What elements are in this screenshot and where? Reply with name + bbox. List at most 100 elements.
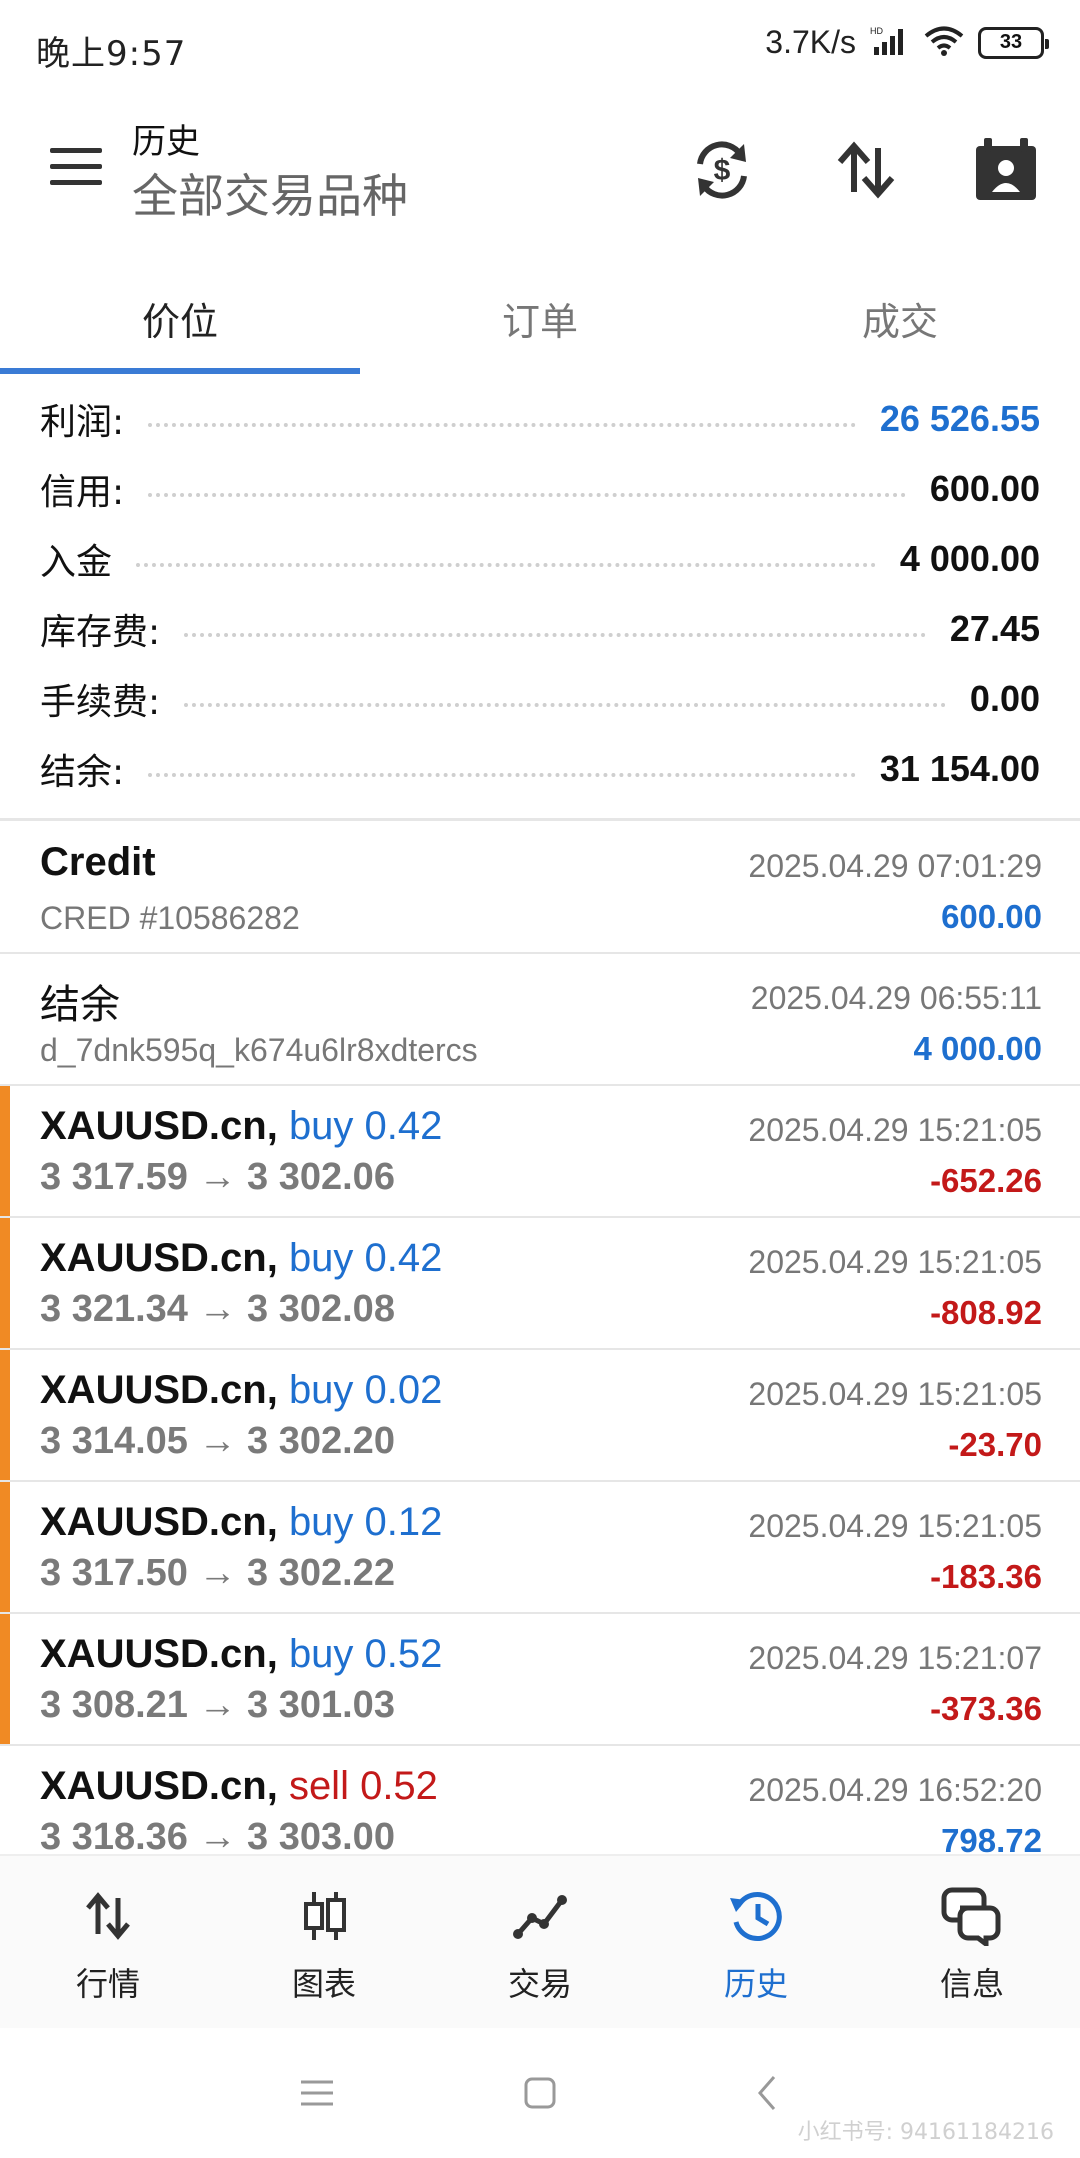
list-item-trade[interactable]: XAUUSD.cn, buy 0.42 3 321.34 → 3 302.08 … bbox=[0, 1218, 1080, 1350]
status-indicators: 3.7K/s HD 33 bbox=[765, 24, 1049, 61]
summary-label: 利润: bbox=[40, 402, 125, 443]
summary-row-profit: 利润: 26 526.55 bbox=[0, 384, 1080, 454]
summary-label: 信用: bbox=[40, 472, 125, 513]
summary-row-commission: 手续费: 0.00 bbox=[0, 664, 1080, 734]
app-bar: 历史 全部交易品种 $ bbox=[0, 96, 1080, 246]
summary-panel: 利润: 26 526.55 信用: 600.00 入金 4 000.00 库存费… bbox=[0, 384, 1080, 804]
bottom-nav: 行情 图表 交易 历史 信息 bbox=[0, 1854, 1080, 2028]
home-icon[interactable] bbox=[513, 2066, 567, 2120]
nav-history[interactable]: 历史 bbox=[648, 1856, 864, 2030]
symbol-text: XAUUSD.cn, bbox=[40, 1236, 278, 1280]
summary-value: 27.45 bbox=[949, 608, 1040, 649]
currency-exchange-icon[interactable]: $ bbox=[686, 134, 758, 206]
symbol-text: XAUUSD.cn, bbox=[40, 1764, 278, 1808]
record-profit: -23.70 bbox=[948, 1426, 1042, 1463]
signal-icon: HD bbox=[870, 25, 910, 61]
symbol-text: XAUUSD.cn, bbox=[40, 1104, 278, 1148]
system-nav-bar: 小红书号: 94161184216 bbox=[0, 2028, 1080, 2158]
status-bar: 晚上9:57 3.7K/s HD 33 bbox=[0, 0, 1080, 96]
summary-row-credit: 信用: 600.00 bbox=[0, 454, 1080, 524]
recents-icon[interactable] bbox=[290, 2066, 344, 2120]
record-time: 2025.04.29 07:01:29 bbox=[748, 848, 1042, 884]
nav-messages[interactable]: 信息 bbox=[864, 1856, 1080, 2030]
dotted-leader bbox=[148, 493, 906, 497]
summary-value: 4 000.00 bbox=[899, 538, 1040, 579]
sort-icon[interactable] bbox=[830, 134, 902, 206]
battery-icon: 33 bbox=[978, 26, 1049, 59]
menu-icon[interactable] bbox=[50, 148, 102, 188]
record-amount: 600.00 bbox=[941, 898, 1042, 935]
summary-label: 库存费: bbox=[40, 612, 161, 653]
trade-type: buy 0.12 bbox=[288, 1500, 443, 1544]
calendar-icon[interactable] bbox=[970, 134, 1042, 206]
nav-label: 信息 bbox=[939, 1965, 1004, 2003]
summary-label: 入金 bbox=[40, 542, 113, 583]
record-symbol: XAUUSD.cn, buy 0.12 bbox=[40, 1500, 442, 1545]
summary-label: 手续费: bbox=[40, 682, 161, 723]
symbol-text: XAUUSD.cn, bbox=[40, 1632, 278, 1676]
watermark: 小红书号: 94161184216 bbox=[797, 2120, 1054, 2145]
network-speed: 3.7K/s bbox=[765, 24, 856, 60]
trade-type: sell 0.52 bbox=[288, 1764, 438, 1808]
summary-value: 31 154.00 bbox=[879, 748, 1040, 789]
dotted-leader bbox=[136, 563, 876, 567]
record-time: 2025.04.29 15:21:07 bbox=[748, 1640, 1042, 1676]
record-symbol: XAUUSD.cn, buy 0.02 bbox=[40, 1368, 442, 1413]
nav-trade[interactable]: 交易 bbox=[432, 1856, 648, 2030]
tab-bar: 价位 订单 成交 bbox=[0, 262, 1080, 374]
record-time: 2025.04.29 06:55:11 bbox=[750, 980, 1042, 1016]
record-price: 3 314.05 → 3 302.20 bbox=[40, 1420, 395, 1462]
status-time: 晚上9:57 bbox=[36, 34, 187, 74]
page-title: 历史 bbox=[132, 122, 200, 162]
tab-deals[interactable]: 成交 bbox=[720, 262, 1080, 374]
nav-charts[interactable]: 图表 bbox=[216, 1856, 432, 2030]
record-time: 2025.04.29 15:21:05 bbox=[748, 1376, 1042, 1412]
dotted-leader bbox=[148, 423, 856, 427]
summary-value: 600.00 bbox=[929, 468, 1040, 509]
trade-type: buy 0.42 bbox=[288, 1236, 443, 1280]
record-price: 3 317.50 → 3 302.22 bbox=[40, 1552, 395, 1594]
candlestick-icon bbox=[289, 1881, 359, 1951]
dotted-leader bbox=[148, 773, 856, 777]
back-icon[interactable] bbox=[740, 2066, 794, 2120]
record-time: 2025.04.29 15:21:05 bbox=[748, 1112, 1042, 1148]
tab-prices[interactable]: 价位 bbox=[0, 262, 360, 374]
summary-row-balance: 结余: 31 154.00 bbox=[0, 734, 1080, 804]
list-item-credit[interactable]: Credit CRED #10586282 2025.04.29 07:01:2… bbox=[0, 822, 1080, 954]
record-title: 结余 bbox=[40, 982, 120, 1028]
record-comment: CRED #10586282 bbox=[40, 900, 300, 936]
record-time: 2025.04.29 15:21:05 bbox=[748, 1244, 1042, 1280]
trade-type: buy 0.02 bbox=[288, 1368, 443, 1412]
chat-icon bbox=[937, 1881, 1007, 1951]
record-comment: d_7dnk595q_k674u6lr8xdtercs bbox=[40, 1032, 478, 1068]
summary-value: 0.00 bbox=[969, 678, 1040, 719]
dotted-leader bbox=[184, 633, 926, 637]
summary-value: 26 526.55 bbox=[879, 398, 1040, 439]
summary-row-swap: 库存费: 27.45 bbox=[0, 594, 1080, 664]
list-item-trade[interactable]: XAUUSD.cn, buy 0.52 3 308.21 → 3 301.03 … bbox=[0, 1614, 1080, 1746]
dotted-leader bbox=[184, 703, 946, 707]
record-profit: -652.26 bbox=[930, 1162, 1042, 1199]
svg-text:$: $ bbox=[714, 154, 731, 187]
record-price: 3 321.34 → 3 302.08 bbox=[40, 1288, 395, 1330]
nav-label: 行情 bbox=[75, 1965, 140, 2003]
list-item-balance[interactable]: 结余 d_7dnk595q_k674u6lr8xdtercs 2025.04.2… bbox=[0, 954, 1080, 1086]
arrows-updown-icon bbox=[73, 1881, 143, 1951]
list-item-trade[interactable]: XAUUSD.cn, buy 0.12 3 317.50 → 3 302.22 … bbox=[0, 1482, 1080, 1614]
symbol-text: XAUUSD.cn, bbox=[40, 1368, 278, 1412]
record-symbol: XAUUSD.cn, buy 0.42 bbox=[40, 1104, 442, 1149]
record-profit: -183.36 bbox=[930, 1558, 1042, 1595]
summary-row-deposit: 入金 4 000.00 bbox=[0, 524, 1080, 594]
record-symbol: XAUUSD.cn, buy 0.42 bbox=[40, 1236, 442, 1281]
record-symbol: XAUUSD.cn, buy 0.52 bbox=[40, 1632, 442, 1677]
symbol-text: XAUUSD.cn, bbox=[40, 1500, 278, 1544]
trade-type: buy 0.52 bbox=[288, 1632, 443, 1676]
list-item-trade[interactable]: XAUUSD.cn, buy 0.02 3 314.05 → 3 302.20 … bbox=[0, 1350, 1080, 1482]
record-title: Credit bbox=[40, 840, 156, 884]
record-profit: -808.92 bbox=[930, 1294, 1042, 1331]
symbol-filter[interactable]: 全部交易品种 bbox=[132, 160, 408, 226]
list-item-trade[interactable]: XAUUSD.cn, buy 0.42 3 317.59 → 3 302.06 … bbox=[0, 1086, 1080, 1218]
trade-type: buy 0.42 bbox=[288, 1104, 443, 1148]
tab-orders[interactable]: 订单 bbox=[360, 262, 720, 374]
nav-quotes[interactable]: 行情 bbox=[0, 1856, 216, 2030]
